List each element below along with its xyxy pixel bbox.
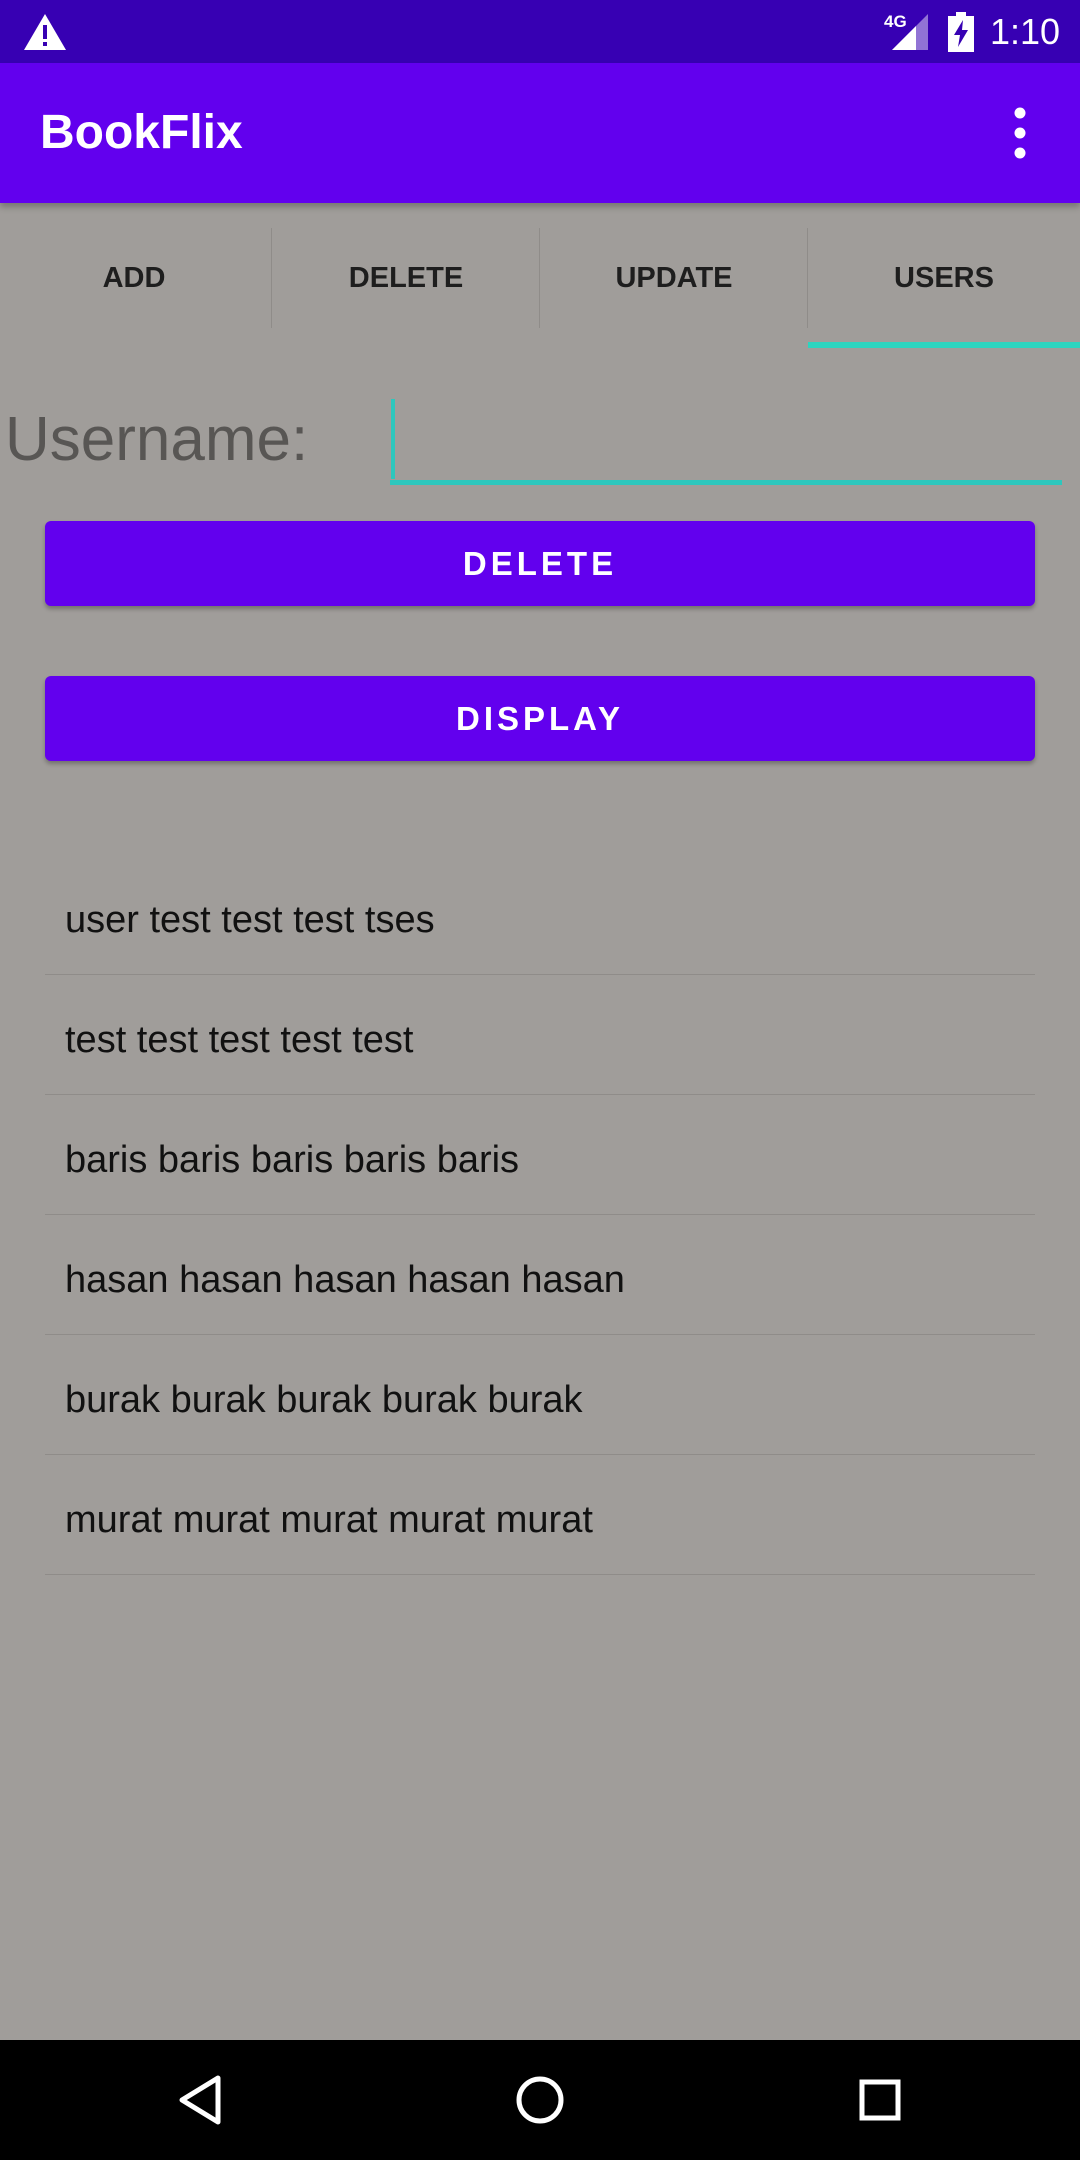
- recents-icon[interactable]: [850, 2070, 910, 2130]
- tab-add[interactable]: ADD: [0, 203, 268, 348]
- user-list: user test test test tses test test test …: [45, 855, 1035, 1575]
- back-icon[interactable]: [170, 2070, 230, 2130]
- list-item[interactable]: murat murat murat murat murat: [45, 1455, 1035, 1575]
- app-title: BookFlix: [40, 106, 243, 159]
- app-bar: BookFlix: [0, 63, 1080, 203]
- signal-icon: [892, 14, 928, 50]
- username-input[interactable]: [390, 395, 1062, 485]
- list-item[interactable]: user test test test tses: [45, 855, 1035, 975]
- tab-users[interactable]: USERS: [808, 203, 1080, 348]
- home-icon[interactable]: [510, 2070, 570, 2130]
- more-vert-icon[interactable]: [995, 103, 1045, 163]
- tab-delete[interactable]: DELETE: [272, 203, 540, 348]
- list-item[interactable]: burak burak burak burak burak: [45, 1335, 1035, 1455]
- list-item[interactable]: test test test test test: [45, 975, 1035, 1095]
- navigation-bar: [0, 2040, 1080, 2160]
- clock: 1:10: [990, 11, 1061, 52]
- active-tab-indicator: [808, 342, 1080, 348]
- list-item[interactable]: baris baris baris baris baris: [45, 1095, 1035, 1215]
- battery-charging-icon: [948, 12, 974, 52]
- username-label: Username:: [5, 405, 309, 474]
- delete-button[interactable]: DELETE: [45, 521, 1035, 606]
- warning-icon: [24, 14, 66, 50]
- status-bar: 4G 1:10: [0, 0, 1080, 63]
- tab-bar: ADD DELETE UPDATE USERS: [0, 203, 1080, 348]
- text-cursor: [391, 399, 395, 479]
- list-item[interactable]: hasan hasan hasan hasan hasan: [45, 1215, 1035, 1335]
- display-button[interactable]: DISPLAY: [45, 676, 1035, 761]
- tab-update[interactable]: UPDATE: [540, 203, 808, 348]
